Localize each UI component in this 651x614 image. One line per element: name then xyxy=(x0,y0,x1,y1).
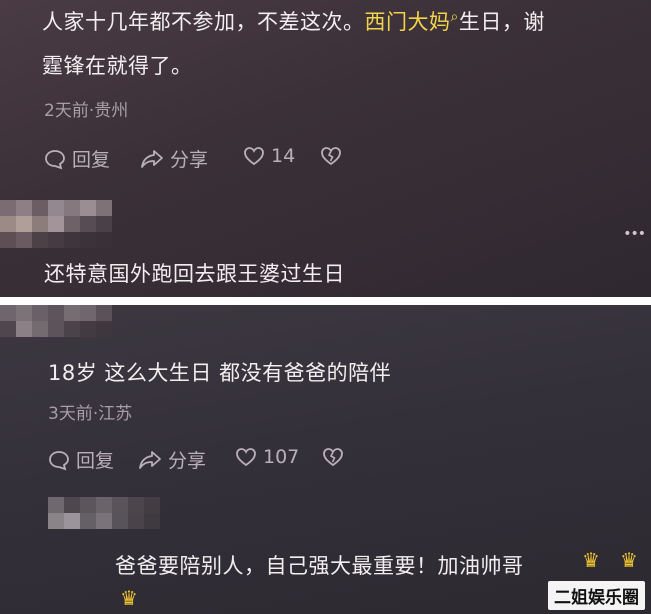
like-count: 14 xyxy=(271,145,296,167)
watermark-label: 二姐娱乐圈 xyxy=(548,581,645,610)
comment-text: 18岁 这么大生日 都没有爸爸的陪伴 xyxy=(48,361,392,385)
reply-button[interactable]: 回复 xyxy=(44,145,110,172)
like-count: 107 xyxy=(263,446,300,468)
comment-text-line2: 霆锋在就得了。 xyxy=(42,54,193,78)
cheer-emoji-icon: ♛ xyxy=(620,548,638,572)
comment-text-line1: 人家十几年都不参加，不差这次。西门大妈⌕生日，谢 xyxy=(42,6,545,36)
share-arrow-icon xyxy=(139,450,161,469)
heart-icon xyxy=(236,448,256,467)
mentioned-user-link[interactable]: 西门大妈 xyxy=(365,10,451,34)
blurred-avatar[interactable] xyxy=(0,305,112,337)
reply-label: 回复 xyxy=(76,450,115,472)
comment-meta: 2天前·贵州 xyxy=(44,101,129,121)
share-arrow-icon xyxy=(141,149,163,168)
cheer-emoji-icon: ♛ xyxy=(120,586,138,610)
reply-text: 爸爸要陪别人，自己强大最重要！加油帅哥 xyxy=(115,554,524,578)
reply-bubble-icon xyxy=(49,450,69,470)
comment-text-segment: 生日，谢 xyxy=(458,10,545,34)
comment-meta: 3天前·江苏 xyxy=(48,404,133,424)
dislike-button[interactable] xyxy=(320,145,348,167)
search-mark-icon[interactable]: ⌕ xyxy=(451,9,459,25)
broken-heart-icon xyxy=(323,448,343,467)
comment-panel-bottom: 18岁 这么大生日 都没有爸爸的陪伴 3天前·江苏 回复 分享 107 爸爸要陪… xyxy=(0,305,651,614)
reply-text: 还特意国外跑回去跟王婆过生日 xyxy=(44,262,345,286)
share-button[interactable]: 分享 xyxy=(140,145,208,172)
share-button[interactable]: 分享 xyxy=(138,446,206,473)
blurred-avatar[interactable] xyxy=(48,497,160,529)
broken-heart-icon xyxy=(321,147,341,166)
cheer-emoji-icon: ♛ xyxy=(582,548,600,572)
like-button[interactable]: 14 xyxy=(243,145,295,167)
heart-icon xyxy=(244,147,264,166)
share-label: 分享 xyxy=(168,450,207,472)
reply-label: 回复 xyxy=(72,149,111,171)
like-button[interactable]: 107 xyxy=(235,446,299,468)
more-dots-icon[interactable]: ••• xyxy=(623,226,646,242)
dislike-button[interactable] xyxy=(322,446,350,468)
reply-button[interactable]: 回复 xyxy=(48,446,114,473)
comment-text-segment: 人家十几年都不参加，不差这次。 xyxy=(42,10,365,34)
reply-bubble-icon xyxy=(45,149,65,169)
comment-panel-top: 人家十几年都不参加，不差这次。西门大妈⌕生日，谢 霆锋在就得了。 2天前·贵州 … xyxy=(0,0,651,297)
blurred-avatar[interactable] xyxy=(0,200,112,248)
share-label: 分享 xyxy=(170,149,209,171)
panel-separator xyxy=(0,297,651,305)
